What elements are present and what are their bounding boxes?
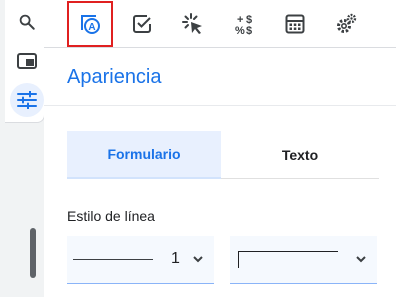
line-width-sample — [73, 259, 153, 260]
chevron-down-icon — [356, 256, 366, 263]
tool-validation[interactable] — [124, 6, 160, 42]
checkbox-icon — [133, 15, 151, 33]
section-title: Apariencia — [67, 66, 162, 88]
line-width-select[interactable]: 1 — [67, 236, 214, 284]
tool-action[interactable] — [175, 6, 211, 42]
tool-settings[interactable] — [328, 6, 364, 42]
panel-view-button[interactable] — [10, 44, 44, 78]
svg-text:$: $ — [246, 25, 252, 35]
left-rail — [0, 0, 45, 297]
tune-sliders-icon — [17, 91, 37, 109]
border-corner-select[interactable] — [230, 236, 377, 284]
scrollbar-thumb[interactable] — [30, 228, 36, 278]
calculator-icon — [285, 14, 305, 34]
picture-in-picture-icon — [17, 53, 37, 69]
tab-texto[interactable]: Texto — [221, 131, 379, 179]
tab-formulario[interactable]: Formulario — [67, 131, 221, 179]
chevron-down-icon — [193, 256, 203, 263]
search-icon — [19, 14, 35, 30]
divider — [44, 105, 396, 106]
line-width-value: 1 — [171, 250, 180, 267]
line-style-label: Estilo de línea — [67, 208, 155, 224]
appearance-button[interactable] — [10, 83, 44, 117]
svg-text:%: % — [235, 25, 245, 35]
tool-format[interactable]: + $ % $ — [226, 6, 262, 42]
tool-calculation[interactable] — [277, 6, 313, 42]
appearance-panel: A + $ % $ Apariencia Formulario Texto Es… — [44, 0, 396, 297]
price-percent-icon: + $ % $ — [235, 14, 252, 35]
svg-text:A: A — [88, 22, 95, 33]
settings-gears-icon — [337, 13, 357, 33]
rail-card — [5, 0, 45, 123]
toolbar: A + $ % $ — [44, 0, 396, 48]
tool-style[interactable]: A — [67, 1, 113, 47]
corner-style-sample — [238, 251, 338, 268]
search-button[interactable] — [10, 5, 44, 39]
shape-style-icon: A — [81, 15, 100, 34]
click-cursor-icon — [182, 13, 202, 34]
